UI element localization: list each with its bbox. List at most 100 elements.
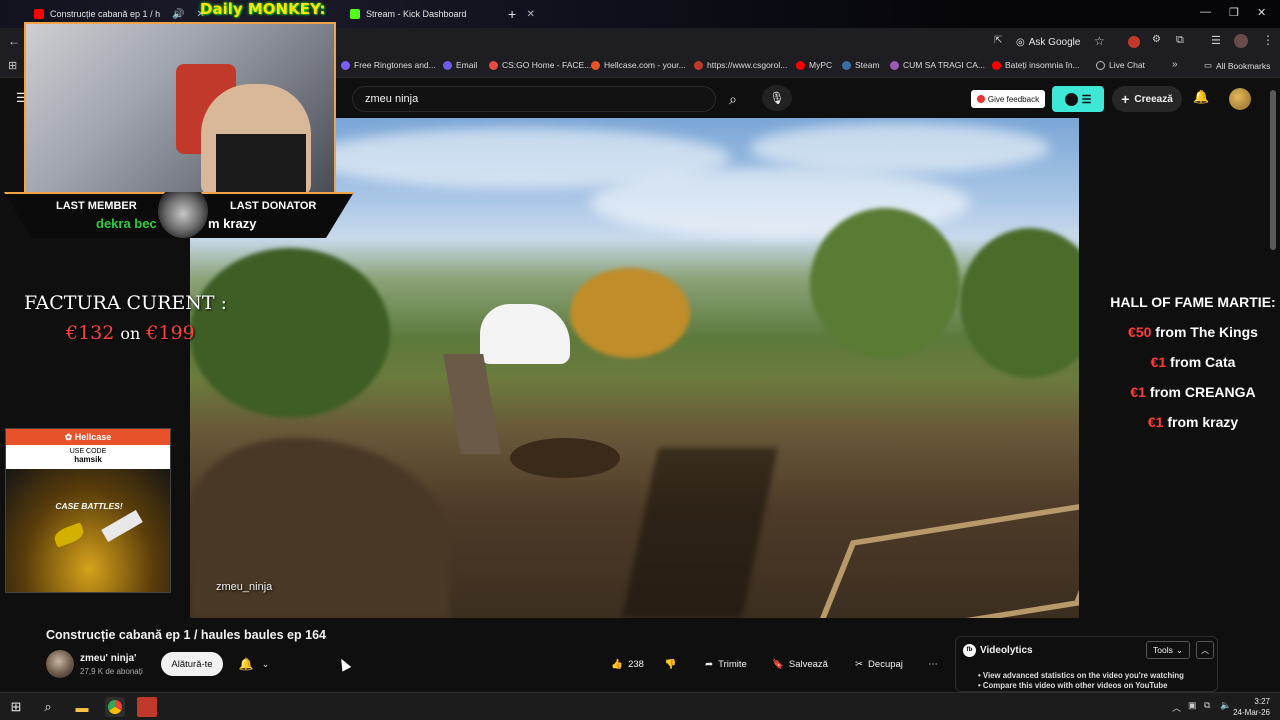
windows-taskbar: ⊞ ⌕ ▬ ︿ ▣ ⧉ 🔈 3:27 24-Mar-26 [0,692,1280,720]
search-input[interactable]: zmeu ninja [352,86,716,112]
tools-label: Tools [1153,645,1173,655]
share-label: Trimite [718,658,747,670]
plus-icon: + [1121,91,1130,107]
bookmark-item[interactable]: MyPC [796,60,832,70]
hall-of-fame-title: HALL OF FAME MARTIE: [1110,294,1276,310]
tray-icon[interactable]: ▣ [1188,700,1197,711]
save-button[interactable]: 🔖 Salvează [764,652,836,676]
bookmark-item[interactable]: Free Ringtones and... [341,60,436,70]
share-button[interactable]: ➦ Trimite [694,652,758,676]
factura-title: FACTURA CURENT : [24,292,228,314]
youtube-icon [992,60,1001,70]
bookmark-item[interactable]: CS:GO Home - FACE... [489,60,591,70]
tray-chevron-up-icon[interactable]: ︿ [1172,701,1181,714]
extension-icon[interactable] [1128,36,1140,48]
collapse-button[interactable]: ︿ [1196,641,1214,659]
bookmark-item[interactable]: Hellcase.com - your... [591,60,686,70]
subscription-bell-button[interactable]: 🔔 ⌄ [230,652,278,676]
ask-google-button[interactable]: ◎ Ask Google [1016,33,1080,51]
bookmark-item[interactable]: Live Chat [1096,60,1145,70]
cast-icon[interactable]: ⇱ [994,35,1002,46]
bullet-text: View advanced statistics on the video yo… [982,671,1184,680]
channel-name[interactable]: zmeu' ninja' [80,653,136,664]
star-icon[interactable]: ☆ [1094,34,1105,48]
give-feedback-button[interactable]: Give feedback [971,90,1045,108]
new-tab-button[interactable]: + [500,4,524,24]
bookmark-label: Free Ringtones and... [354,60,436,70]
bookmark-label: Steam [855,60,880,70]
tools-dropdown[interactable]: Tools ⌄ [1146,641,1190,659]
extension-icon[interactable]: ⚙ [1152,34,1161,45]
windows-start-icon[interactable]: ⊞ [6,697,26,717]
hellcase-ad: ✿ Hellcase USE CODE hamsik CASE BATTLES! [5,428,171,593]
ask-google-label: Ask Google [1028,36,1081,48]
page-scrollbar[interactable] [1270,90,1276,250]
email-icon [443,60,452,70]
search-icon[interactable]: ⌕ [38,697,58,717]
more-bookmarks-icon[interactable]: » [1172,59,1178,70]
menu-kebab-icon[interactable]: ⋮ [1262,33,1274,47]
hof-entry: €1 from Cata [1098,347,1280,377]
notifications-bell-icon[interactable]: 🔔 [1193,89,1209,105]
cloud-shape [750,123,1050,173]
videolytics-bullets: • View advanced statistics on the video … [978,671,1184,691]
join-button[interactable]: Alătură-te [161,652,223,676]
tree-shape [960,228,1079,378]
wooden-frame [807,497,1079,618]
clip-button[interactable]: ✂ Decupaj [844,652,914,676]
bookmark-item[interactable]: https://www.csgorol... [694,60,787,70]
hof-amount: €50 [1128,324,1152,340]
maximize-icon[interactable]: ❐ [1229,6,1239,19]
like-button[interactable]: 👍 238 [611,659,644,670]
person-shirt [480,304,570,364]
like-dislike-group: 👍 238 👎 [598,652,690,676]
channel-avatar[interactable] [46,650,74,678]
mute-icon[interactable]: 🔊 [172,9,184,20]
bookmark-icon [694,60,703,70]
network-icon[interactable]: ⧉ [1204,700,1210,711]
extension-toggle-button[interactable]: ☰ [1052,86,1104,112]
tab-youtube[interactable]: Construcție cabană ep 1 / h 🔊 ✕ [26,4,213,24]
scissors-icon: ✂ [855,658,864,670]
folder-icon: ▭ [1204,60,1213,70]
system-clock[interactable]: 3:27 24-Mar-26 [1233,696,1270,718]
like-count: 238 [628,658,644,670]
tab-title: Stream - Kick Dashboard [366,9,467,19]
close-window-icon[interactable]: ✕ [1257,6,1266,19]
bookmark-label: CUM SA TRAGI CA... [903,60,986,70]
bookmark-item[interactable]: Steam [842,60,880,70]
bullet-text: Compare this video with other videos on … [982,681,1168,690]
app-icon[interactable] [137,697,157,717]
volume-icon[interactable]: 🔈 [1220,700,1231,711]
bookmark-item[interactable]: CUM SA TRAGI CA... [890,60,985,70]
chrome-icon[interactable] [105,697,125,717]
bookmark-item[interactable]: Bateți insomnia în... [992,60,1080,70]
person-legs [443,354,501,454]
microphone-icon[interactable]: 🎙 [762,85,792,111]
clock-date: 24-Mar-26 [1233,708,1270,717]
extensions-puzzle-icon[interactable]: ⧉ [1176,34,1184,47]
dislike-button[interactable]: 👎 [665,659,677,670]
hof-text: from Cata [1170,354,1236,370]
all-bookmarks-folder[interactable]: ▭ All Bookmarks [1204,60,1270,71]
channel-avatar[interactable] [1229,88,1251,110]
bookmark-label: https://www.csgorol... [707,60,788,70]
case-battles-label: CASE BATTLES! [55,501,123,511]
close-icon[interactable]: ✕ [527,9,535,20]
bookmark-item[interactable]: Email [443,60,477,70]
factura-on: on [120,324,141,343]
sidebar-icon[interactable]: ☰ [1211,34,1221,47]
apps-grid-icon[interactable]: ⊞ [8,59,17,72]
search-button[interactable]: ⌕ [716,86,750,112]
video-title: Construcție cabană ep 1 / haules baules … [46,628,326,642]
code-value: hamsik [74,455,102,464]
profile-avatar[interactable] [1234,34,1248,48]
minimize-icon[interactable]: — [1200,6,1211,18]
join-label: Alătură-te [171,658,213,670]
more-actions-button[interactable]: ⋯ [920,652,946,676]
bookmark-icon [341,60,350,70]
back-arrow-icon[interactable]: ← [8,34,20,48]
file-explorer-icon[interactable]: ▬ [72,697,92,717]
clock-time: 3:27 [1254,697,1270,706]
create-button[interactable]: + Creează [1112,86,1182,112]
